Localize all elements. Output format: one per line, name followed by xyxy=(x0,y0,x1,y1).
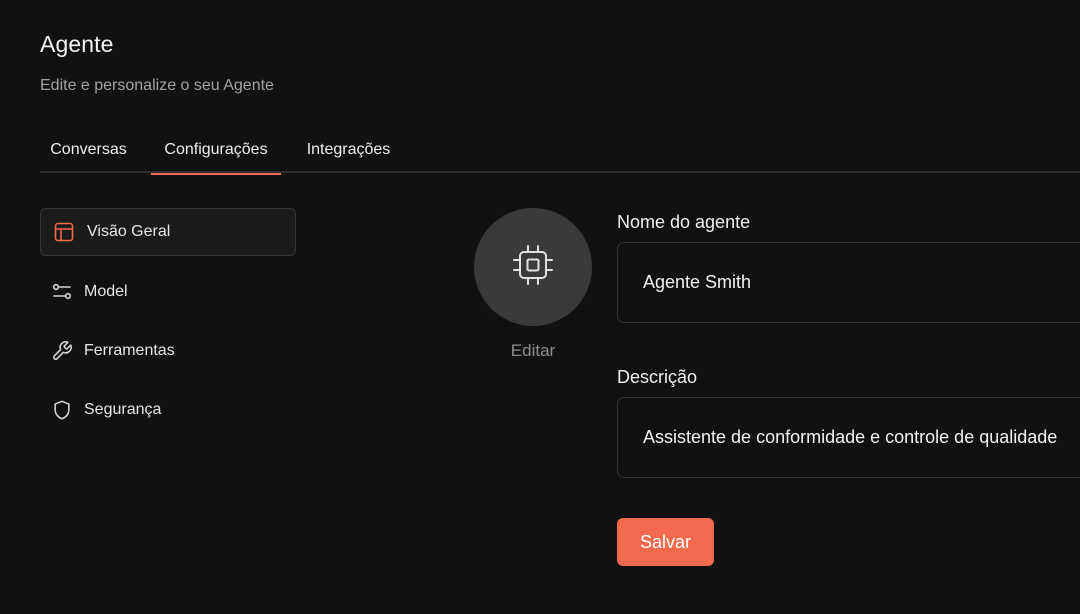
save-button[interactable]: Salvar xyxy=(617,518,714,566)
sidebar-item-ferramentas[interactable]: Ferramentas xyxy=(40,327,296,375)
sliders-icon xyxy=(51,281,73,303)
tab-bar: Conversas Configurações Integrações xyxy=(40,134,1080,175)
wrench-icon xyxy=(51,340,73,362)
page-subtitle: Edite e personalize o seu Agente xyxy=(40,77,274,94)
agent-name-input[interactable]: Agente Smith xyxy=(617,242,1080,323)
page-title: Agente xyxy=(40,31,114,57)
description-field-label: Descrição xyxy=(617,367,698,387)
name-field-label: Nome do agente xyxy=(617,212,751,232)
cpu-chip-icon xyxy=(510,242,556,293)
sidebar-item-label: Ferramentas xyxy=(84,342,175,359)
sidebar-item-seguranca[interactable]: Segurança xyxy=(40,386,296,434)
layout-icon xyxy=(53,221,75,243)
sidebar-item-label: Model xyxy=(84,283,128,300)
tab-conversas[interactable]: Conversas xyxy=(40,134,137,173)
tab-configuracoes[interactable]: Configurações xyxy=(151,134,281,175)
agent-description-input[interactable]: Assistente de conformidade e controle de… xyxy=(617,397,1080,478)
tab-integracoes[interactable]: Integrações xyxy=(295,134,402,173)
agent-avatar[interactable] xyxy=(474,208,592,326)
agent-settings-page: Agente Edite e personalize o seu Agente … xyxy=(0,0,1080,614)
sidebar-item-model[interactable]: Model xyxy=(40,268,296,316)
edit-avatar-link[interactable]: Editar xyxy=(474,341,592,361)
sidebar-item-visao-geral[interactable]: Visão Geral xyxy=(40,208,296,256)
shield-icon xyxy=(51,399,73,421)
sidebar-item-label: Segurança xyxy=(84,401,162,418)
sidebar-item-label: Visão Geral xyxy=(87,223,171,240)
